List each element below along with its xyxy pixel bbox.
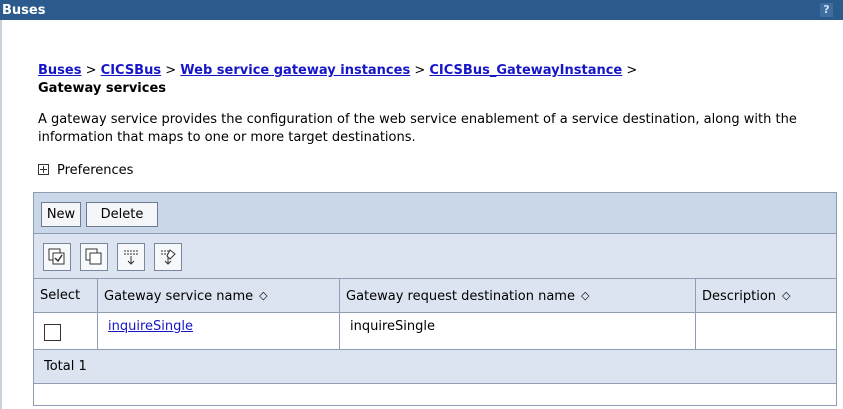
gateway-service-link[interactable]: inquireSingle	[108, 319, 193, 334]
breadcrumb-link-buses[interactable]: Buses	[38, 63, 81, 78]
column-label: Gateway request destination name	[346, 289, 575, 304]
column-label: Description	[702, 289, 777, 304]
page-description: A gateway service provides the configura…	[38, 112, 797, 145]
sort-icon[interactable]: ◇	[581, 279, 589, 313]
window-title: Buses	[2, 3, 46, 18]
breadcrumb-separator: >	[626, 63, 638, 78]
breadcrumb-link-gateway-instance[interactable]: CICSBus_GatewayInstance	[429, 63, 622, 78]
breadcrumb-link-gateway-instances[interactable]: Web service gateway instances	[180, 63, 410, 78]
column-label: Gateway service name	[104, 289, 254, 304]
column-header-description[interactable]: Description ◇	[696, 279, 836, 313]
row-checkbox[interactable]	[44, 324, 61, 341]
expand-plus-icon[interactable]	[38, 164, 49, 175]
preferences-label: Preferences	[57, 163, 134, 178]
table-row-select-cell	[34, 313, 98, 350]
table-row-destination-cell: inquireSingle	[340, 313, 696, 350]
column-header-request-destination[interactable]: Gateway request destination name ◇	[340, 279, 696, 313]
preferences-toggle[interactable]: Preferences	[38, 163, 133, 178]
icon-toolbar	[34, 234, 836, 279]
breadcrumb-link-cicsbus[interactable]: CICSBus	[101, 63, 161, 78]
collection-table: New Delete Select Gateway service name ◇…	[33, 192, 837, 406]
delete-button[interactable]: Delete	[86, 202, 158, 227]
table-row-name-cell: inquireSingle	[98, 313, 340, 350]
table-row-description-cell	[696, 313, 836, 350]
column-header-service-name[interactable]: Gateway service name ◇	[98, 279, 340, 313]
breadcrumb: Buses > CICSBus > Web service gateway in…	[38, 62, 828, 98]
page-title: Gateway services	[38, 81, 167, 96]
table-total: Total 1	[34, 350, 836, 384]
button-bar: New Delete	[34, 193, 836, 234]
new-button[interactable]: New	[41, 202, 81, 227]
left-border	[0, 20, 2, 409]
sort-icon[interactable]: ◇	[259, 279, 267, 313]
window-titlebar: Buses ?	[0, 0, 843, 20]
help-icon[interactable]: ?	[820, 3, 833, 17]
column-header-select: Select	[34, 279, 98, 313]
select-all-icon[interactable]	[43, 243, 71, 271]
show-filter-icon[interactable]	[117, 243, 145, 271]
breadcrumb-separator: >	[165, 63, 177, 78]
breadcrumb-separator: >	[85, 63, 97, 78]
clear-filter-icon[interactable]	[154, 243, 182, 271]
breadcrumb-separator: >	[414, 63, 426, 78]
sort-icon[interactable]: ◇	[782, 279, 790, 313]
deselect-all-icon[interactable]	[80, 243, 108, 271]
